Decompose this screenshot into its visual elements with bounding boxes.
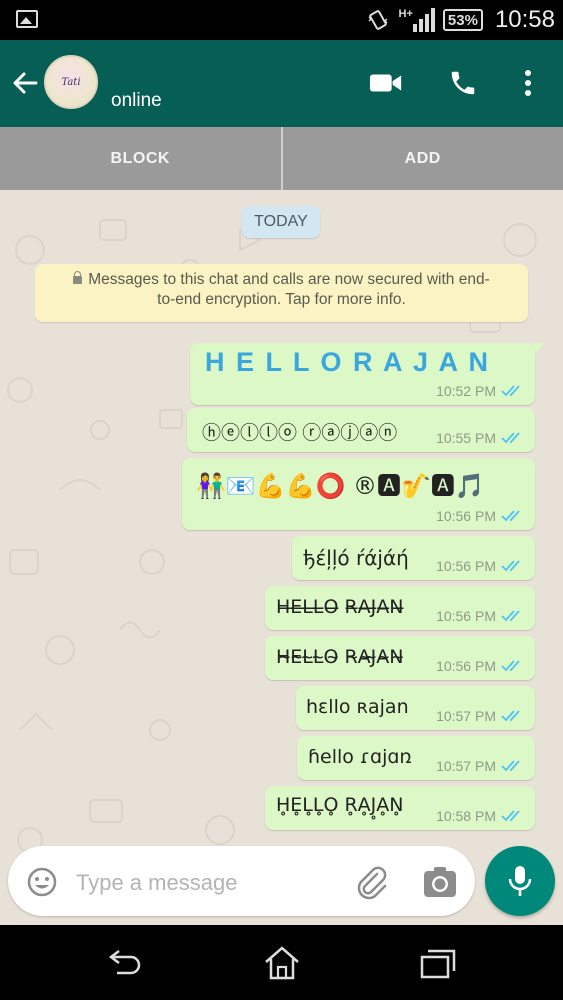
camera-icon[interactable] (423, 866, 457, 898)
back-arrow-icon[interactable] (10, 68, 40, 98)
message-meta: 10:56 PM (436, 558, 525, 574)
message-bubble[interactable]: ђέļļό ŕάјάή 10:56 PM (292, 536, 535, 580)
message-meta: 10:56 PM (436, 508, 525, 524)
lock-icon (73, 271, 83, 284)
chat-header: Tati online (0, 40, 563, 127)
contact-status[interactable]: online (111, 90, 162, 112)
read-ticks-icon (501, 510, 520, 522)
message-time: 10:58 PM (436, 808, 496, 824)
message-meta: 10:57 PM (436, 758, 525, 774)
recent-apps-icon[interactable] (418, 945, 458, 981)
network-type: H+ (398, 8, 413, 20)
chat-area[interactable]: TODAY Messages to this chat and calls ar… (0, 190, 563, 925)
clock: 10:58 (494, 6, 555, 33)
home-nav-icon[interactable] (262, 945, 302, 981)
message-meta: 10:52 PM (436, 383, 525, 399)
message-text: 👫📧💪💪⭕ ®🅰🎷🅰🎵 (196, 472, 485, 500)
image-notification-icon (16, 10, 38, 28)
vibrate-icon (365, 7, 391, 33)
attach-icon[interactable] (353, 864, 389, 900)
message-time: 10:56 PM (436, 558, 496, 574)
avatar-text: Tati (61, 76, 81, 88)
message-bubble[interactable]: hɛllo ʀajan 10:57 PM (296, 686, 535, 730)
block-button[interactable]: BLOCK (0, 127, 281, 190)
message-bubble[interactable]: H̥E̥L̥L̥O̥ R̥ḀJ̥ḀN̥ 10:58 PM (265, 786, 535, 830)
read-ticks-icon (501, 560, 520, 572)
battery-indicator: 53% (442, 9, 483, 31)
message-time: 10:56 PM (436, 508, 496, 524)
message-bubble[interactable]: H E L L O R A J A N 10:52 PM (190, 343, 545, 405)
contact-avatar[interactable]: Tati (44, 55, 98, 109)
bubble-tail (533, 343, 545, 355)
message-bubble[interactable]: H̶E̶L̶L̶O̶ R̶A̶J̶A̶N̶ 10:56 PM (265, 586, 535, 630)
message-meta: 10:58 PM (436, 808, 525, 824)
message-bubble[interactable]: H̴E̴L̴L̴O̴ R̴A̴J̴A̴N̴ 10:56 PM (265, 636, 535, 680)
message-bubble[interactable]: ɦello ɾɑjɑռ 10:57 PM (297, 736, 535, 780)
read-ticks-icon (501, 610, 520, 622)
read-ticks-icon (501, 432, 520, 444)
message-text: hɛllo ʀajan (306, 696, 409, 718)
signal-icon (412, 8, 435, 32)
read-ticks-icon (501, 710, 520, 722)
read-ticks-icon (501, 385, 520, 397)
read-ticks-icon (501, 810, 520, 822)
system-navigation-bar (0, 925, 563, 1000)
message-meta: 10:56 PM (436, 658, 525, 674)
block-add-bar: BLOCK ADD (0, 127, 563, 190)
message-text: H̶E̶L̶L̶O̶ R̶A̶J̶A̶N̶ (276, 596, 404, 618)
battery-level: 53% (447, 11, 478, 29)
message-time: 10:56 PM (436, 658, 496, 674)
add-contact-button[interactable]: ADD (283, 127, 563, 190)
message-text: H E L L O R A J A N (205, 347, 491, 377)
message-meta: 10:56 PM (436, 608, 525, 624)
composer-bar: Type a message (0, 842, 563, 925)
message-time: 10:57 PM (436, 708, 496, 724)
message-time: 10:52 PM (436, 383, 496, 399)
microphone-icon (508, 866, 532, 896)
message-text: H̴E̴L̴L̴O̴ R̴A̴J̴A̴N̴ (276, 646, 404, 668)
message-text: ђέļļό ŕάјάή (303, 546, 409, 570)
encryption-notice[interactable]: Messages to this chat and calls are now … (35, 264, 528, 322)
status-bar: H+ 53% 10:58 (0, 0, 563, 40)
voice-message-button[interactable] (485, 846, 555, 916)
message-time: 10:57 PM (436, 758, 496, 774)
message-time: 10:56 PM (436, 608, 496, 624)
message-bubble[interactable]: ⓗⓔⓛⓛⓞ ⓡⓐⓙⓐⓝ 10:55 PM (187, 408, 535, 452)
message-input[interactable]: Type a message (8, 846, 475, 916)
phone-call-icon[interactable] (446, 66, 480, 100)
back-nav-icon[interactable] (105, 945, 145, 981)
message-input-placeholder: Type a message (76, 870, 238, 895)
read-ticks-icon (501, 760, 520, 772)
message-meta: 10:55 PM (436, 430, 525, 446)
message-text: ⓗⓔⓛⓛⓞ ⓡⓐⓙⓐⓝ (202, 423, 398, 444)
emoji-icon[interactable] (26, 866, 58, 898)
encryption-notice-line1: Messages to this chat and calls are now … (88, 271, 490, 288)
message-bubble[interactable]: 👫📧💪💪⭕ ®🅰🎷🅰🎵 10:56 PM (182, 458, 535, 530)
video-call-icon[interactable] (369, 66, 403, 100)
message-text: H̥E̥L̥L̥O̥ R̥ḀJ̥ḀN̥ (276, 794, 404, 816)
read-ticks-icon (501, 660, 520, 672)
message-text: ɦello ɾɑjɑռ (308, 746, 412, 768)
more-options-icon[interactable] (511, 66, 545, 100)
encryption-notice-line2: to-end encryption. Tap for more info. (157, 291, 406, 308)
date-separator: TODAY (242, 206, 320, 238)
message-meta: 10:57 PM (436, 708, 525, 724)
message-time: 10:55 PM (436, 430, 496, 446)
